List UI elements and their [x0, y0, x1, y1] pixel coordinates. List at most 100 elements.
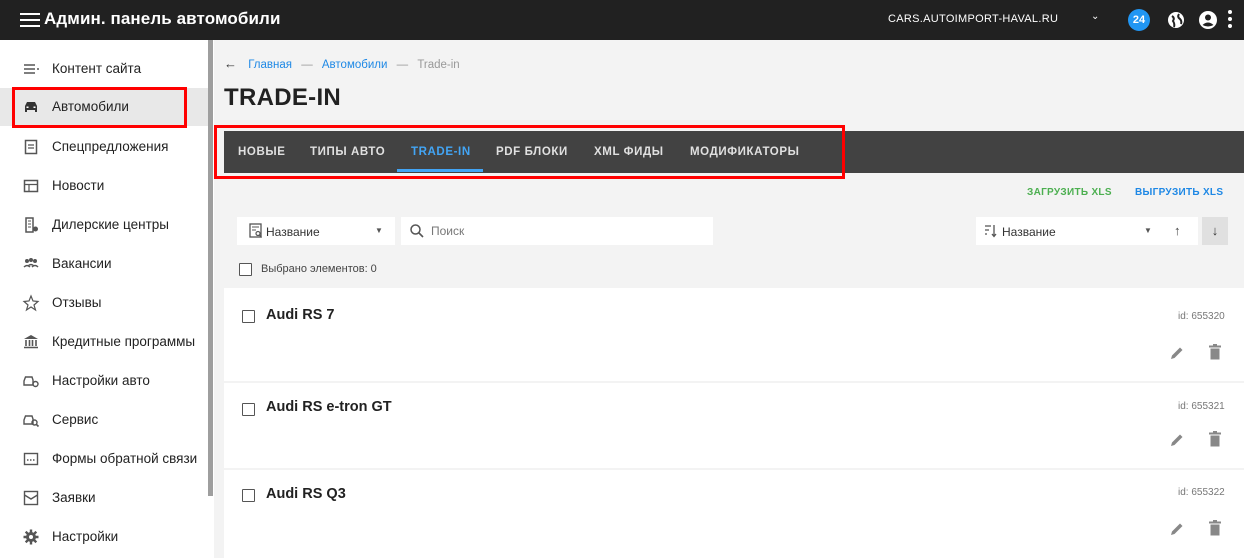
- top-bar: Админ. панель автомобили CARS.AUTOIMPORT…: [0, 0, 1244, 40]
- edit-icon[interactable]: [1169, 432, 1185, 448]
- account-icon[interactable]: [1198, 10, 1218, 30]
- notifications-badge[interactable]: 24: [1128, 9, 1150, 31]
- sidebar-item-label: Новости: [52, 178, 105, 193]
- sort-ascending-icon[interactable]: ↑: [1174, 223, 1181, 238]
- breadcrumb-separator: —: [301, 59, 313, 71]
- item-checkbox[interactable]: [242, 403, 255, 416]
- sidebar-item-cars[interactable]: Автомобили: [0, 88, 208, 126]
- tabs-bar: НОВЫЕ ТИПЫ АВТО TRADE-IN PDF БЛОКИ XML Ф…: [224, 131, 1244, 173]
- item-checkbox[interactable]: [242, 310, 255, 323]
- sidebar-scrollbar[interactable]: [208, 40, 213, 496]
- bank-icon: [24, 335, 38, 349]
- sidebar-item-dealers[interactable]: Дилерские центры: [0, 206, 208, 244]
- sort-field-select[interactable]: Название ▼ ↑: [976, 217, 1198, 245]
- active-tab-indicator: [397, 169, 483, 172]
- page-title: TRADE-IN: [224, 84, 342, 111]
- sort-icon: [985, 225, 997, 238]
- sidebar-item-label: Спецпредложения: [52, 139, 169, 154]
- filter-document-icon: [249, 223, 262, 238]
- inbox-icon: [23, 490, 39, 506]
- tab-new[interactable]: НОВЫЕ: [238, 146, 285, 158]
- globe-icon[interactable]: [1166, 10, 1186, 30]
- item-id: id: 655320: [1178, 311, 1225, 322]
- delete-icon[interactable]: [1208, 431, 1222, 448]
- delete-icon[interactable]: [1208, 520, 1222, 537]
- list-item: [224, 470, 1244, 558]
- gear-icon: [23, 529, 39, 545]
- select-all-checkbox[interactable]: [239, 263, 252, 276]
- upload-xls-button[interactable]: ЗАГРУЗИТЬ XLS: [1027, 187, 1112, 198]
- form-icon: [23, 452, 39, 466]
- edit-icon[interactable]: [1169, 521, 1185, 537]
- sidebar-item-label: Дилерские центры: [52, 217, 169, 232]
- sidebar-item-service[interactable]: Сервис: [0, 401, 208, 439]
- item-id: id: 655322: [1178, 487, 1225, 498]
- list-item: [224, 288, 1244, 381]
- sidebar-item-label: Настройки: [52, 529, 119, 544]
- sidebar-item-label: Отзывы: [52, 295, 102, 310]
- item-id: id: 655321: [1178, 401, 1225, 412]
- sidebar-item-label: Сервис: [52, 412, 99, 427]
- sidebar-item-label: Автомобили: [52, 99, 129, 114]
- sort-descending-button[interactable]: ↓: [1202, 217, 1228, 245]
- sidebar-item-content[interactable]: Контент сайта: [0, 50, 208, 88]
- item-title[interactable]: Audi RS 7: [266, 307, 334, 323]
- tab-modifiers[interactable]: МОДИФИКАТОРЫ: [690, 146, 799, 158]
- people-icon: [23, 258, 39, 268]
- sidebar-item-credit[interactable]: Кредитные программы: [0, 323, 208, 361]
- stars-icon: [22, 294, 40, 312]
- sidebar-item-settings[interactable]: Настройки: [0, 518, 208, 556]
- content-list-icon: [24, 64, 39, 74]
- item-checkbox[interactable]: [242, 489, 255, 502]
- sidebar-item-label: Настройки авто: [52, 373, 150, 388]
- dropdown-caret-icon: ▼: [375, 226, 383, 235]
- car-settings-icon: [23, 376, 39, 388]
- sidebar-item-requests[interactable]: Заявки: [0, 479, 208, 517]
- sidebar-item-label: Формы обратной связи: [52, 451, 198, 466]
- tab-pdf-blocks[interactable]: PDF БЛОКИ: [496, 146, 568, 158]
- hamburger-menu-icon[interactable]: [20, 10, 40, 30]
- car-icon: [25, 102, 37, 112]
- breadcrumb: ← Главная — Автомобили — Trade-in: [224, 56, 460, 71]
- back-arrow-icon[interactable]: ←: [224, 56, 237, 71]
- document-icon: [24, 139, 38, 155]
- download-xls-button[interactable]: ВЫГРУЗИТЬ XLS: [1135, 187, 1223, 198]
- tab-trade-in[interactable]: TRADE-IN: [411, 146, 471, 158]
- filter-field-select[interactable]: Название ▼: [237, 217, 395, 245]
- breadcrumb-current: Trade-in: [417, 59, 460, 71]
- car-service-icon: [23, 415, 40, 428]
- more-vert-icon[interactable]: [1227, 10, 1233, 30]
- search-box: [401, 217, 713, 245]
- search-icon: [410, 224, 424, 238]
- list-item: [224, 383, 1244, 468]
- sidebar-item-label: Вакансии: [52, 256, 112, 271]
- sidebar-item-car-settings[interactable]: Настройки авто: [0, 362, 208, 400]
- sidebar: Контент сайта Автомобили Спецпредложения…: [0, 40, 208, 558]
- domain-selector[interactable]: CARS.AUTOIMPORT-HAVAL.RU: [888, 13, 1058, 25]
- dropdown-caret-icon: ▼: [1144, 226, 1152, 235]
- dealer-building-icon: [25, 217, 38, 233]
- search-input[interactable]: [431, 222, 701, 240]
- sidebar-item-vacancies[interactable]: Вакансии: [0, 245, 208, 283]
- sidebar-item-reviews[interactable]: Отзывы: [0, 284, 208, 322]
- edit-icon[interactable]: [1169, 345, 1185, 361]
- item-title[interactable]: Audi RS Q3: [266, 486, 346, 502]
- tab-xml-feeds[interactable]: XML ФИДЫ: [594, 146, 664, 158]
- sidebar-item-offers[interactable]: Спецпредложения: [0, 128, 208, 166]
- breadcrumb-home[interactable]: Главная: [248, 59, 292, 71]
- sidebar-item-label: Заявки: [52, 490, 96, 505]
- tab-car-types[interactable]: ТИПЫ АВТО: [310, 146, 385, 158]
- delete-icon[interactable]: [1208, 344, 1222, 361]
- app-title: Админ. панель автомобили: [44, 9, 281, 28]
- sort-field-label: Название: [1002, 225, 1056, 239]
- sidebar-item-feedback-forms[interactable]: Формы обратной связи: [0, 440, 208, 478]
- selected-count: Выбрано элементов: 0: [261, 263, 377, 275]
- filter-field-label: Название: [266, 225, 320, 239]
- sidebar-item-news[interactable]: Новости: [0, 167, 208, 205]
- item-title[interactable]: Audi RS e-tron GT: [266, 399, 392, 415]
- news-icon: [23, 179, 39, 193]
- breadcrumb-separator: —: [396, 59, 409, 71]
- chevron-down-icon[interactable]: ⌄: [1091, 11, 1099, 22]
- breadcrumb-cars[interactable]: Автомобили: [322, 59, 388, 71]
- sidebar-item-label: Контент сайта: [52, 61, 142, 76]
